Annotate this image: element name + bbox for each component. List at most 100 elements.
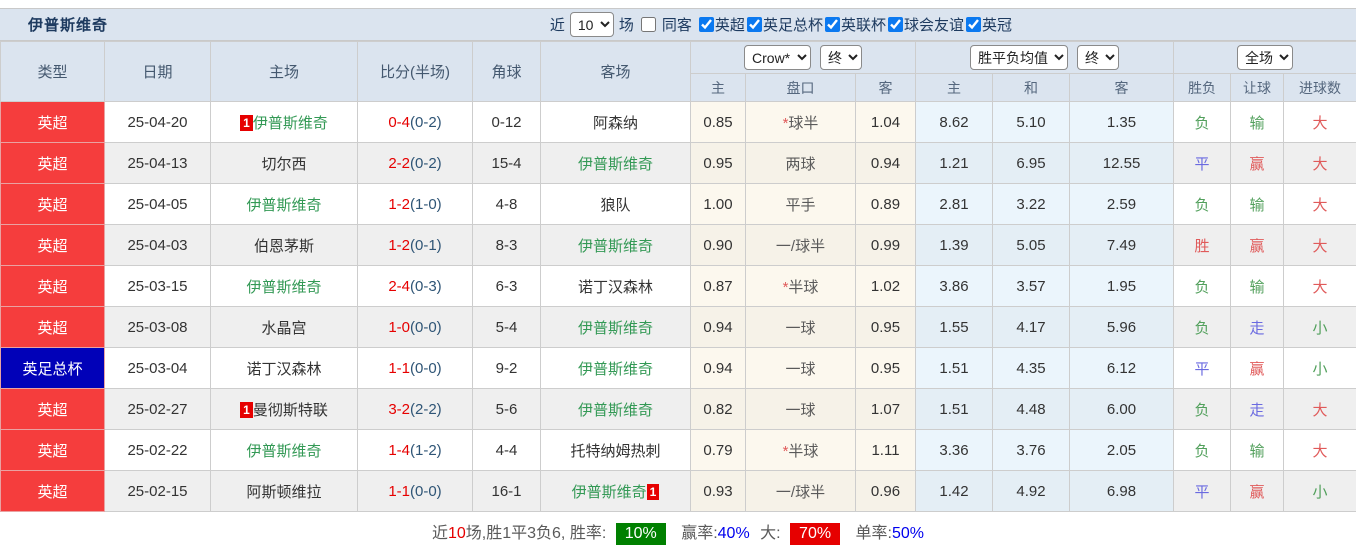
home-team-cell: 诺丁汉森林	[211, 348, 358, 389]
handicap-odds-away: 0.95	[856, 348, 916, 389]
col-header-type: 类型	[1, 42, 105, 102]
avg-odds-home: 1.21	[916, 143, 993, 184]
league-filter[interactable]: 英超	[697, 14, 745, 35]
fulltime-score: 1-2	[388, 237, 410, 254]
same-venue-filter[interactable]: 同客	[639, 14, 697, 35]
average-select[interactable]: 胜平负均值	[970, 45, 1068, 70]
scope-select[interactable]: 全场	[1237, 45, 1293, 70]
goals-outcome: 小	[1284, 471, 1356, 512]
subheader-handicap-result: 让球	[1231, 74, 1284, 102]
table-row: 英超25-04-03伯恩茅斯1-2(0-1)8-3伊普斯维奇0.90一/球半0.…	[1, 225, 1356, 266]
average-odds-group-header: 胜平负均值 终	[916, 42, 1174, 74]
subheader-avg-draw: 和	[993, 74, 1070, 102]
handicap-line: *半球	[746, 430, 856, 471]
result-outcome-label: 平	[1195, 361, 1210, 378]
same-venue-label: 同客	[662, 14, 692, 35]
avg-odds-away: 2.05	[1070, 430, 1174, 471]
home-team-name: 伊普斯维奇	[246, 279, 321, 296]
bookmaker-select[interactable]: Crow*	[744, 45, 811, 70]
handicap-outcome: 赢	[1231, 225, 1284, 266]
corners: 4-8	[473, 184, 541, 225]
league-filter-checkbox[interactable]	[966, 17, 981, 32]
avg-odds-home: 8.62	[916, 102, 993, 143]
match-type-label: 英超	[37, 238, 67, 255]
handicap-odds-home: 0.94	[691, 348, 746, 389]
league-filters: 英超英足总杯英联杯球会友谊英冠	[697, 14, 1012, 36]
away-team-cell: 伊普斯维奇	[541, 389, 691, 430]
league-filter-checkbox[interactable]	[747, 17, 762, 32]
league-filter[interactable]: 英足总杯	[745, 14, 823, 35]
score-cell: 0-4(0-2)	[358, 102, 473, 143]
score-cell: 1-2(1-0)	[358, 184, 473, 225]
league-filter[interactable]: 英冠	[964, 14, 1012, 35]
handicap-line: 两球	[746, 143, 856, 184]
match-type-cell: 英超	[1, 266, 105, 307]
win-odds-value: 40%	[718, 525, 750, 542]
summary-bar: 近10场,胜1平3负6, 胜率: 10% 赢率:40% 大: 70% 单率:50…	[0, 512, 1356, 557]
games-label: 场	[619, 14, 634, 35]
match-type-label: 英足总杯	[22, 361, 82, 378]
goals-outcome: 小	[1284, 348, 1356, 389]
summary-record: 场,胜1平3负6, 胜率:	[466, 525, 606, 542]
table-row: 英超25-02-15阿斯顿维拉1-1(0-0)16-1伊普斯维奇10.93一/球…	[1, 471, 1356, 512]
home-team-name: 伊普斯维奇	[253, 115, 328, 132]
result-outcome-label: 胜	[1195, 238, 1210, 255]
handicap-line: 一球	[746, 389, 856, 430]
result-outcome: 负	[1174, 430, 1231, 471]
fulltime-score: 1-2	[388, 196, 410, 213]
league-filter[interactable]: 英联杯	[823, 14, 886, 35]
match-date: 25-03-04	[105, 348, 211, 389]
avg-odds-draw: 4.17	[993, 307, 1070, 348]
corners: 16-1	[473, 471, 541, 512]
match-date: 25-03-08	[105, 307, 211, 348]
league-filter-checkbox[interactable]	[888, 17, 903, 32]
handicap-outcome: 输	[1231, 266, 1284, 307]
avg-odds-away: 7.49	[1070, 225, 1174, 266]
corners: 6-3	[473, 266, 541, 307]
league-filter[interactable]: 球会友谊	[886, 14, 964, 35]
away-team-name: 伊普斯维奇	[578, 361, 653, 378]
away-red-card-badge: 1	[647, 484, 660, 500]
away-team-name: 阿森纳	[593, 115, 638, 132]
halftime-score: (0-2)	[410, 114, 442, 131]
result-outcome: 负	[1174, 307, 1231, 348]
same-venue-checkbox[interactable]	[641, 17, 656, 32]
home-team-name: 伯恩茅斯	[254, 238, 314, 255]
handicap-text: 一球	[785, 361, 815, 378]
avg-odds-away: 1.35	[1070, 102, 1174, 143]
handicap-odds-home: 0.95	[691, 143, 746, 184]
home-team-cell: 1曼彻斯特联	[211, 389, 358, 430]
match-type-cell: 英足总杯	[1, 348, 105, 389]
bookmaker-time-select[interactable]: 终	[820, 45, 862, 70]
win-odds-label: 赢率:	[681, 525, 717, 542]
handicap-outcome: 赢	[1231, 143, 1284, 184]
handicap-outcome-label: 输	[1250, 115, 1265, 132]
league-filter-checkbox[interactable]	[699, 17, 714, 32]
average-time-select[interactable]: 终	[1077, 45, 1119, 70]
home-team-name: 伊普斯维奇	[246, 443, 321, 460]
recent-count-select[interactable]: 10	[570, 12, 614, 37]
result-outcome-label: 平	[1195, 484, 1210, 501]
table-row: 英超25-02-22伊普斯维奇1-4(1-2)4-4托特纳姆热刺0.79*半球1…	[1, 430, 1356, 471]
match-type-cell: 英超	[1, 307, 105, 348]
match-type-cell: 英超	[1, 184, 105, 225]
halftime-score: (0-1)	[410, 237, 442, 254]
match-type-label: 英超	[37, 443, 67, 460]
big-rate-badge: 70%	[790, 523, 840, 545]
away-team-name: 狼队	[600, 197, 630, 214]
subheader-odds-handicap: 盘口	[746, 74, 856, 102]
league-filter-label: 英冠	[982, 14, 1012, 35]
subheader-avg-away: 客	[1070, 74, 1174, 102]
match-date: 25-03-15	[105, 266, 211, 307]
avg-odds-away: 5.96	[1070, 307, 1174, 348]
score-cell: 1-0(0-0)	[358, 307, 473, 348]
match-date: 25-02-22	[105, 430, 211, 471]
table-row: 英超25-02-271曼彻斯特联3-2(2-2)5-6伊普斯维奇0.82一球1.…	[1, 389, 1356, 430]
home-team-name: 曼彻斯特联	[253, 402, 328, 419]
league-filter-checkbox[interactable]	[825, 17, 840, 32]
result-outcome: 胜	[1174, 225, 1231, 266]
handicap-odds-away: 1.02	[856, 266, 916, 307]
goals-outcome: 大	[1284, 430, 1356, 471]
avg-odds-home: 1.55	[916, 307, 993, 348]
handicap-outcome-label: 走	[1250, 320, 1265, 337]
